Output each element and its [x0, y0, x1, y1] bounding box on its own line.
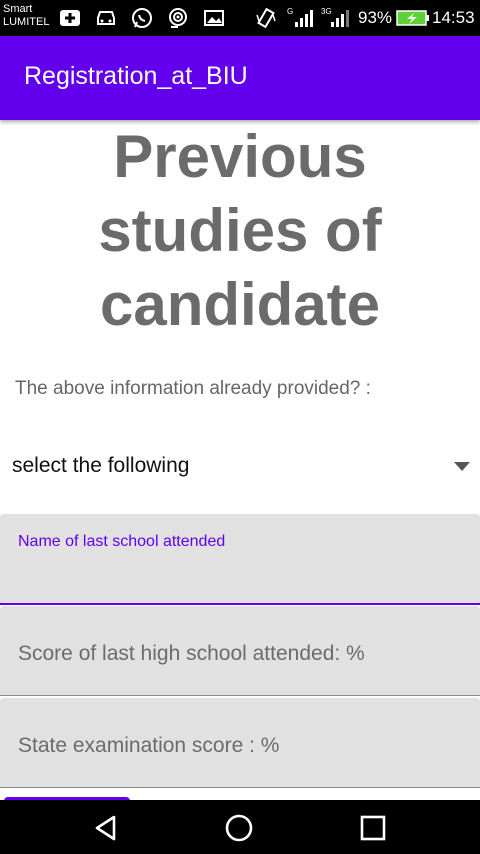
info-provided-dropdown[interactable]: select the following	[0, 440, 480, 496]
school-name-field[interactable]: Name of last school attended	[0, 514, 480, 605]
heading-line: candidate	[99, 271, 381, 338]
whatsapp-icon	[131, 7, 153, 29]
heading-line: Previous	[113, 123, 367, 190]
dropdown-selected-value: select the following	[12, 454, 190, 477]
app-bar: Registration_at_BIU	[0, 36, 480, 120]
signal-g-icon: G	[287, 7, 315, 29]
app-title: Registration_at_BIU	[24, 62, 248, 90]
signal-3g-icon: 3G	[321, 7, 351, 29]
medical-plus-icon	[59, 7, 81, 29]
svg-text:G: G	[287, 7, 293, 16]
back-icon[interactable]	[86, 808, 126, 848]
vibrate-icon	[255, 7, 277, 29]
status-bar: Smart LUMITEL G 3G 93% 14:53	[0, 0, 480, 36]
page-heading: Previous studies of candidate	[0, 120, 480, 342]
carrier-label: Smart LUMITEL	[3, 3, 50, 28]
clock: 14:53	[432, 8, 475, 27]
info-provided-question: The above information already provided? …	[15, 378, 371, 399]
dropdown-arrow-icon	[454, 462, 470, 471]
navigation-bar	[0, 800, 480, 854]
battery-percentage: 93%	[358, 8, 393, 27]
svg-text:3G: 3G	[321, 7, 332, 16]
high-school-score-field[interactable]: Score of last high school attended: %	[0, 606, 480, 696]
hotspot-icon	[167, 7, 189, 29]
battery-charging-icon	[396, 7, 430, 29]
state-exam-score-placeholder: State examination score : %	[18, 734, 280, 757]
state-exam-score-field[interactable]: State examination score : %	[0, 698, 480, 788]
car-icon	[95, 7, 117, 29]
home-icon[interactable]	[219, 808, 259, 848]
image-icon	[203, 7, 225, 29]
high-school-score-placeholder: Score of last high school attended: %	[18, 642, 365, 665]
school-name-label: Name of last school attended	[18, 533, 226, 550]
heading-line: studies of	[98, 197, 382, 264]
recents-icon[interactable]	[353, 808, 393, 848]
